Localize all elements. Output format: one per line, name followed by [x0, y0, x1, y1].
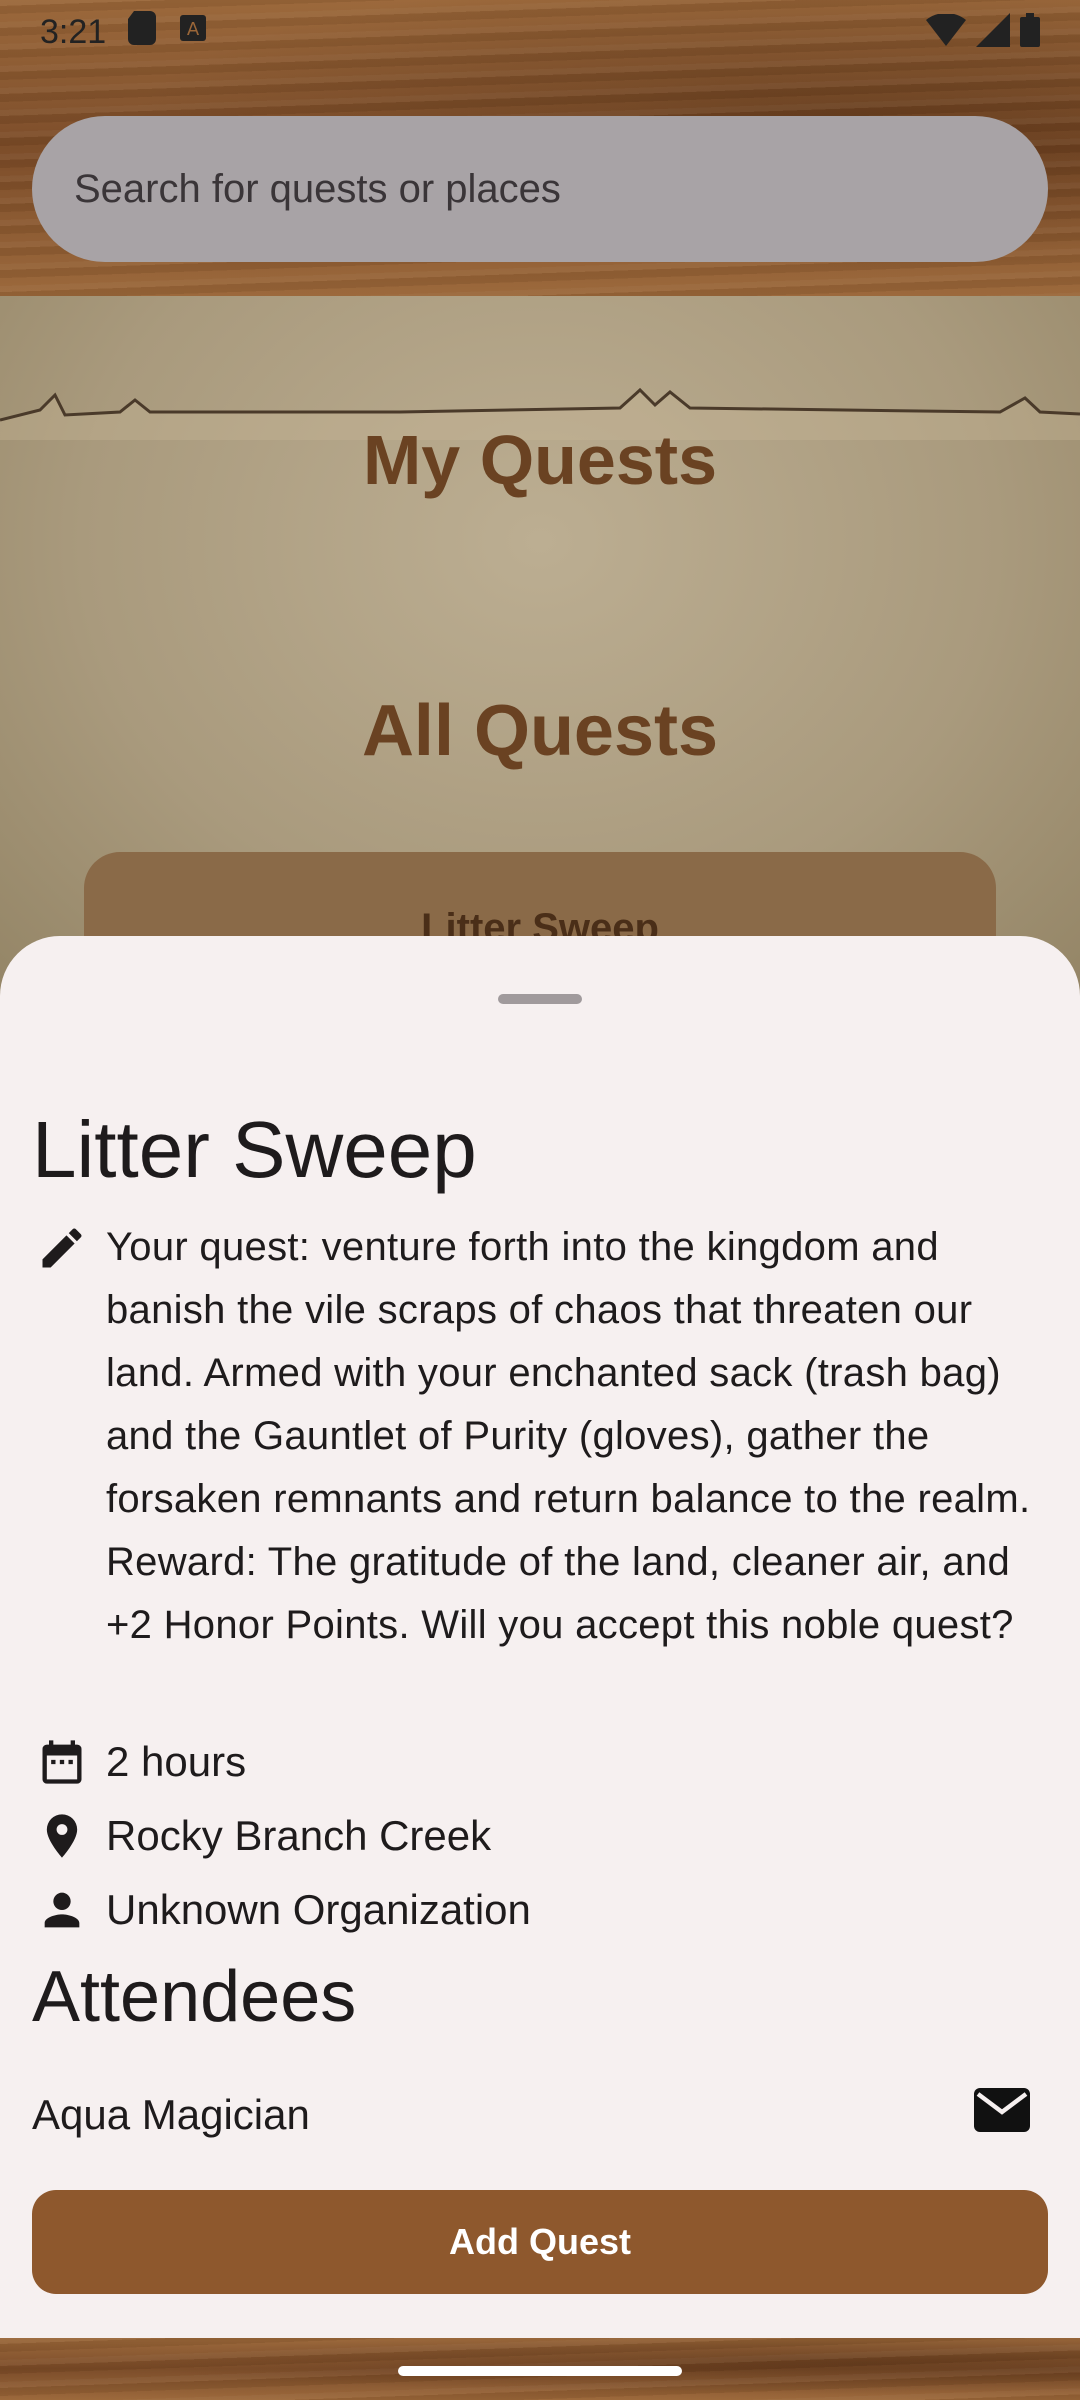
- add-quest-button[interactable]: Add Quest: [32, 2190, 1048, 2294]
- quest-duration: 2 hours: [106, 1738, 247, 1785]
- signal-icon: [976, 12, 1010, 52]
- status-bar: 3:21 A: [0, 0, 1080, 64]
- duration-row: 2 hours: [32, 1732, 246, 1792]
- description-row: Your quest: venture forth into the kingd…: [32, 1216, 1056, 1657]
- organization-row: Unknown Organization: [32, 1880, 531, 1940]
- svg-text:A: A: [187, 19, 200, 40]
- wifi-icon: [926, 12, 966, 51]
- quest-location: Rocky Branch Creek: [106, 1812, 492, 1859]
- home-indicator[interactable]: [398, 2366, 682, 2376]
- list-item: Aqua Magician: [32, 2080, 1048, 2150]
- pencil-icon: [32, 1218, 92, 1278]
- drag-handle[interactable]: [498, 994, 582, 1004]
- status-time: 3:21: [40, 12, 107, 51]
- keyboard-a-icon: A: [178, 13, 208, 52]
- attendee-name: Aqua Magician: [32, 2091, 310, 2138]
- all-quests-heading: All Quests: [361, 691, 719, 771]
- search-input[interactable]: Search for quests or places: [32, 116, 1048, 262]
- quest-organization: Unknown Organization: [106, 1886, 531, 1933]
- mail-icon[interactable]: [974, 2088, 1030, 2142]
- battery-icon: [1020, 12, 1040, 52]
- location-row: Rocky Branch Creek: [32, 1806, 491, 1866]
- attendees-heading: Attendees: [32, 1957, 357, 2037]
- calendar-icon: [32, 1732, 92, 1792]
- sd-card-icon: [128, 10, 157, 54]
- location-pin-icon: [32, 1806, 92, 1866]
- search-placeholder: Search for quests or places: [74, 166, 561, 211]
- person-icon: [32, 1880, 92, 1940]
- quest-description: Your quest: venture forth into the kingd…: [106, 1225, 1031, 1647]
- quest-title: Litter Sweep: [32, 1105, 477, 1194]
- my-quests-heading: My Quests: [363, 421, 717, 499]
